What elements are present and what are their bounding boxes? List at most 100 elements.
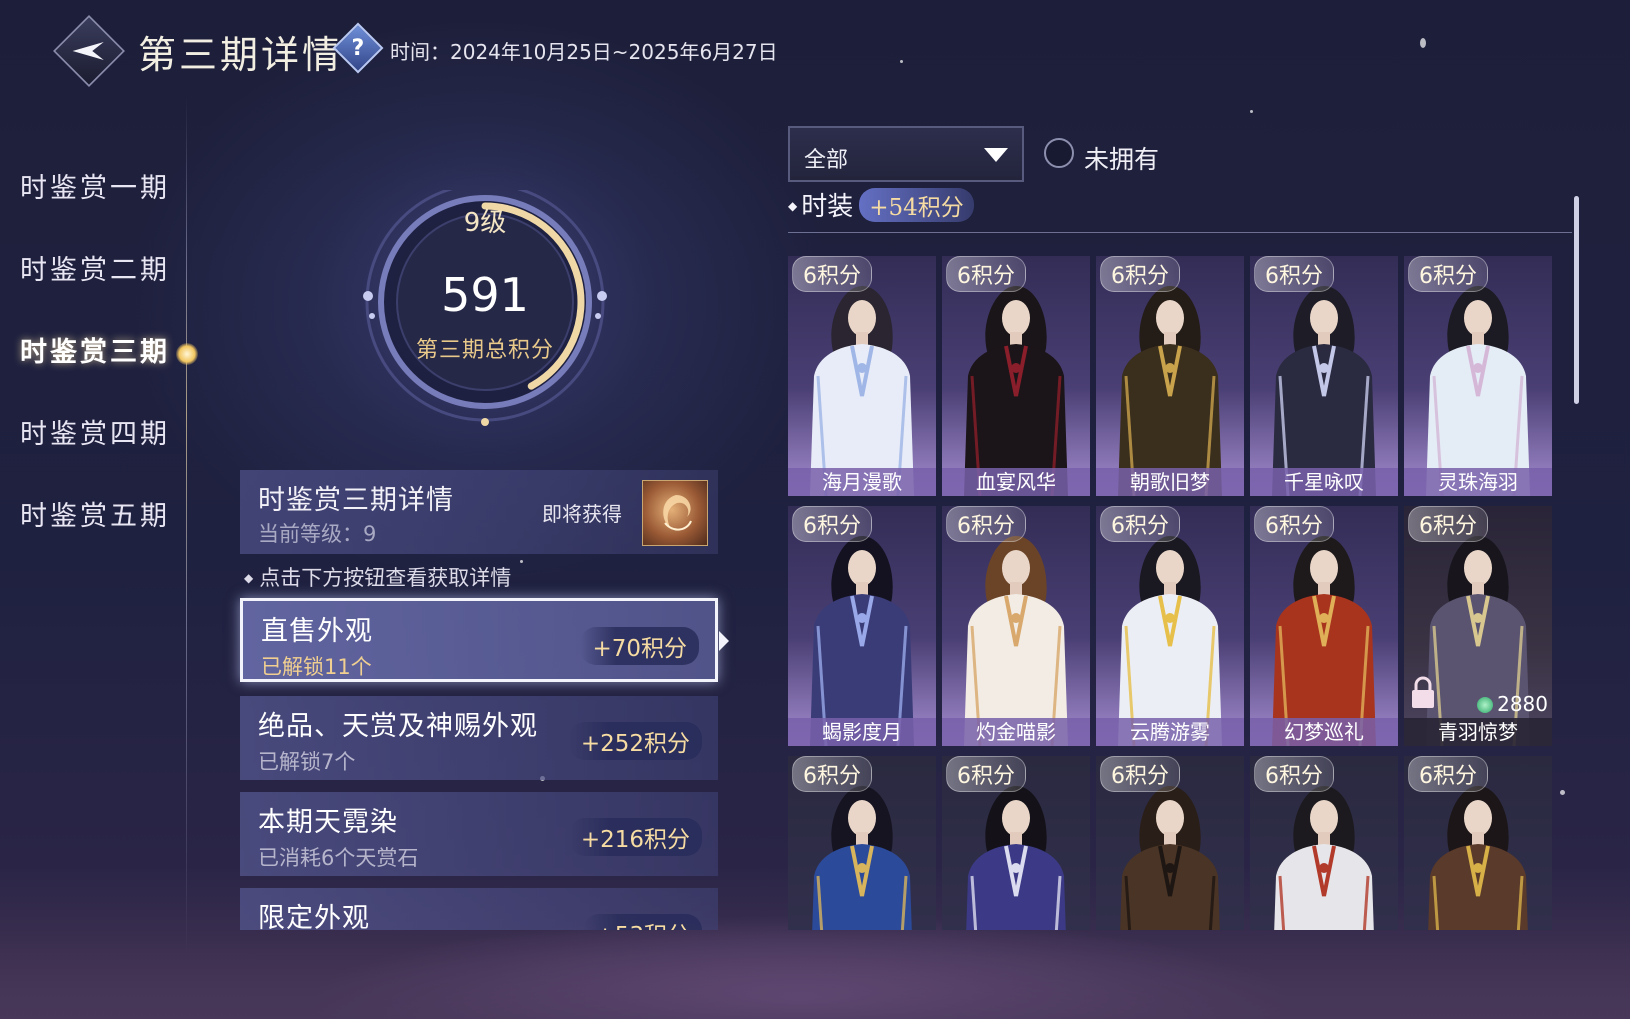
outfit-card[interactable]: 6积分 [788, 756, 936, 930]
source-points-badge: +252积分 [568, 722, 702, 760]
outfit-name: 朝歌旧梦 [1096, 468, 1244, 496]
outfit-card[interactable]: 6积分 [1250, 756, 1398, 930]
outfit-character-portrait [964, 536, 1068, 746]
source-subtitle: 已消耗6个天赏石 [258, 846, 419, 870]
dropdown-selected-value: 全部 [804, 148, 849, 173]
outfit-character-portrait [810, 286, 914, 496]
category-dropdown[interactable]: 全部 [788, 126, 1024, 182]
outfit-character-portrait [964, 286, 1068, 496]
bottom-glow-decoration [0, 930, 1630, 1019]
section-header: ◆ 时装 +54积分 [788, 186, 974, 223]
source-subtitle: 已解锁11个 [261, 655, 372, 679]
active-marker-icon [176, 343, 198, 365]
star-decoration [1250, 110, 1253, 113]
current-level-text: 当前等级：9 [258, 522, 377, 546]
reward-item-icon[interactable] [642, 480, 708, 546]
points-badge: 6积分 [1100, 256, 1180, 292]
total-score-value: 591 [441, 268, 529, 322]
outfit-name: 幻梦巡礼 [1250, 718, 1398, 746]
score-ring: 9级 591 第三期总积分 [310, 120, 660, 470]
sidebar-item-period-1[interactable]: 时鉴赏一期 [20, 166, 170, 205]
outfit-name: 云腾游雾 [1096, 718, 1244, 746]
coming-reward-label: 即将获得 [542, 502, 622, 526]
outfit-name: 海月漫歌 [788, 468, 936, 496]
outfit-card[interactable]: 6积分血宴风华 [942, 256, 1090, 496]
chevron-down-icon [984, 148, 1008, 162]
sidebar-item-period-3[interactable]: 时鉴赏三期 [20, 330, 170, 369]
outfit-card[interactable]: 6积分 [1096, 756, 1244, 930]
points-badge: 6积分 [1408, 506, 1488, 542]
source-limited-button[interactable]: 限定外观 +53积分 [240, 888, 718, 930]
points-badge: 6积分 [1254, 506, 1334, 542]
outfit-name: 青羽惊梦 [1404, 718, 1552, 746]
star-decoration [520, 560, 523, 563]
points-badge: 6积分 [1100, 506, 1180, 542]
outfit-card[interactable]: 6积分朝歌旧梦 [1096, 256, 1244, 496]
section-points-badge: +54积分 [859, 188, 974, 222]
outfit-character-portrait [810, 536, 914, 746]
time-range-label: 时间：2024年10月25日~2025年6月27日 [390, 40, 778, 64]
source-points-badge: +216积分 [568, 818, 702, 856]
outfit-card[interactable]: 6积分灵珠海羽 [1404, 256, 1552, 496]
period-detail-card[interactable]: 时鉴赏三期详情 当前等级：9 即将获得 [240, 470, 718, 554]
outfit-card[interactable]: 6积分 [1404, 756, 1552, 930]
source-title: 绝品、天赏及神赐外观 [258, 711, 538, 742]
source-title: 限定外观 [258, 903, 370, 930]
unowned-radio[interactable] [1044, 138, 1074, 168]
points-badge: 6积分 [792, 506, 872, 542]
price-value: 2880 [1497, 692, 1548, 716]
outfit-name: 血宴风华 [942, 468, 1090, 496]
source-direct-sale-button[interactable]: 直售外观 已解锁11个 +70积分 [240, 598, 729, 682]
outfit-character-portrait [1426, 286, 1530, 496]
source-list-clip: 限定外观 +53积分 [240, 888, 718, 930]
level-label: 9级 [463, 208, 507, 238]
points-badge: 6积分 [946, 506, 1026, 542]
star-decoration [900, 60, 903, 63]
points-badge: 6积分 [946, 756, 1026, 792]
sidebar-item-period-4[interactable]: 时鉴赏四期 [20, 412, 170, 451]
sidebar-item-period-2[interactable]: 时鉴赏二期 [20, 248, 170, 287]
outfit-card[interactable]: 6积分千星咏叹 [1250, 256, 1398, 496]
source-points-badge: +70积分 [580, 627, 699, 665]
outfit-card[interactable]: 6积分 灼金喵影 [942, 506, 1090, 746]
source-title: 本期天霓染 [258, 807, 398, 838]
outfit-character-portrait [1118, 286, 1222, 496]
outfit-card[interactable]: 6积分 2880 青羽惊梦 [1404, 506, 1552, 746]
source-dye-button[interactable]: 本期天霓染 已消耗6个天赏石 +216积分 [240, 792, 718, 876]
page-title: 第三期详情 [138, 33, 344, 77]
jade-coin-icon [1477, 697, 1494, 713]
sidebar-item-period-5[interactable]: 时鉴赏五期 [20, 494, 170, 533]
outfit-card[interactable]: 6积分海月漫歌 [788, 256, 936, 496]
price-label: 2880 [1477, 692, 1548, 716]
points-badge: 6积分 [946, 256, 1026, 292]
section-title: 时装 [801, 192, 854, 222]
points-badge: 6积分 [1254, 256, 1334, 292]
section-divider [788, 232, 1572, 233]
outfit-card[interactable]: 6积分蝎影度月 [788, 506, 936, 746]
selected-arrow-icon [719, 631, 729, 651]
back-arrow-icon [72, 41, 104, 61]
outfit-character-portrait [1272, 286, 1376, 496]
source-title: 直售外观 [261, 616, 373, 647]
source-premium-button[interactable]: 绝品、天赏及神赐外观 已解锁7个 +252积分 [240, 696, 718, 780]
outfit-card[interactable]: 6积分云腾游雾 [1096, 506, 1244, 746]
source-points-badge: +53积分 [583, 914, 702, 930]
hint-text: 点击下方按钮查看获取详情 [244, 562, 511, 592]
unowned-label[interactable]: 未拥有 [1084, 140, 1159, 176]
outfit-card[interactable]: 6积分 [942, 756, 1090, 930]
outfit-name: 千星咏叹 [1250, 468, 1398, 496]
outfit-character-portrait [1272, 536, 1376, 746]
grid-scrollbar[interactable] [1574, 196, 1579, 404]
points-badge: 6积分 [792, 256, 872, 292]
star-decoration [1420, 38, 1426, 48]
back-button[interactable] [53, 15, 125, 87]
outfit-grid: 6积分 海月漫歌 6积分 血宴风华 6积分 朝歌旧梦 6积分 千星咏叹 6积分 灵珠海羽 6积分 蝎影… [788, 256, 1574, 930]
points-badge: 6积分 [792, 756, 872, 792]
source-subtitle: 已解锁7个 [258, 750, 356, 774]
points-badge: 6积分 [1254, 756, 1334, 792]
outfit-card[interactable]: 6积分幻梦巡礼 [1250, 506, 1398, 746]
outfit-name: 灵珠海羽 [1404, 468, 1552, 496]
points-badge: 6积分 [1408, 256, 1488, 292]
sidebar-divider [186, 96, 187, 956]
outfit-name: 蝎影度月 [788, 718, 936, 746]
